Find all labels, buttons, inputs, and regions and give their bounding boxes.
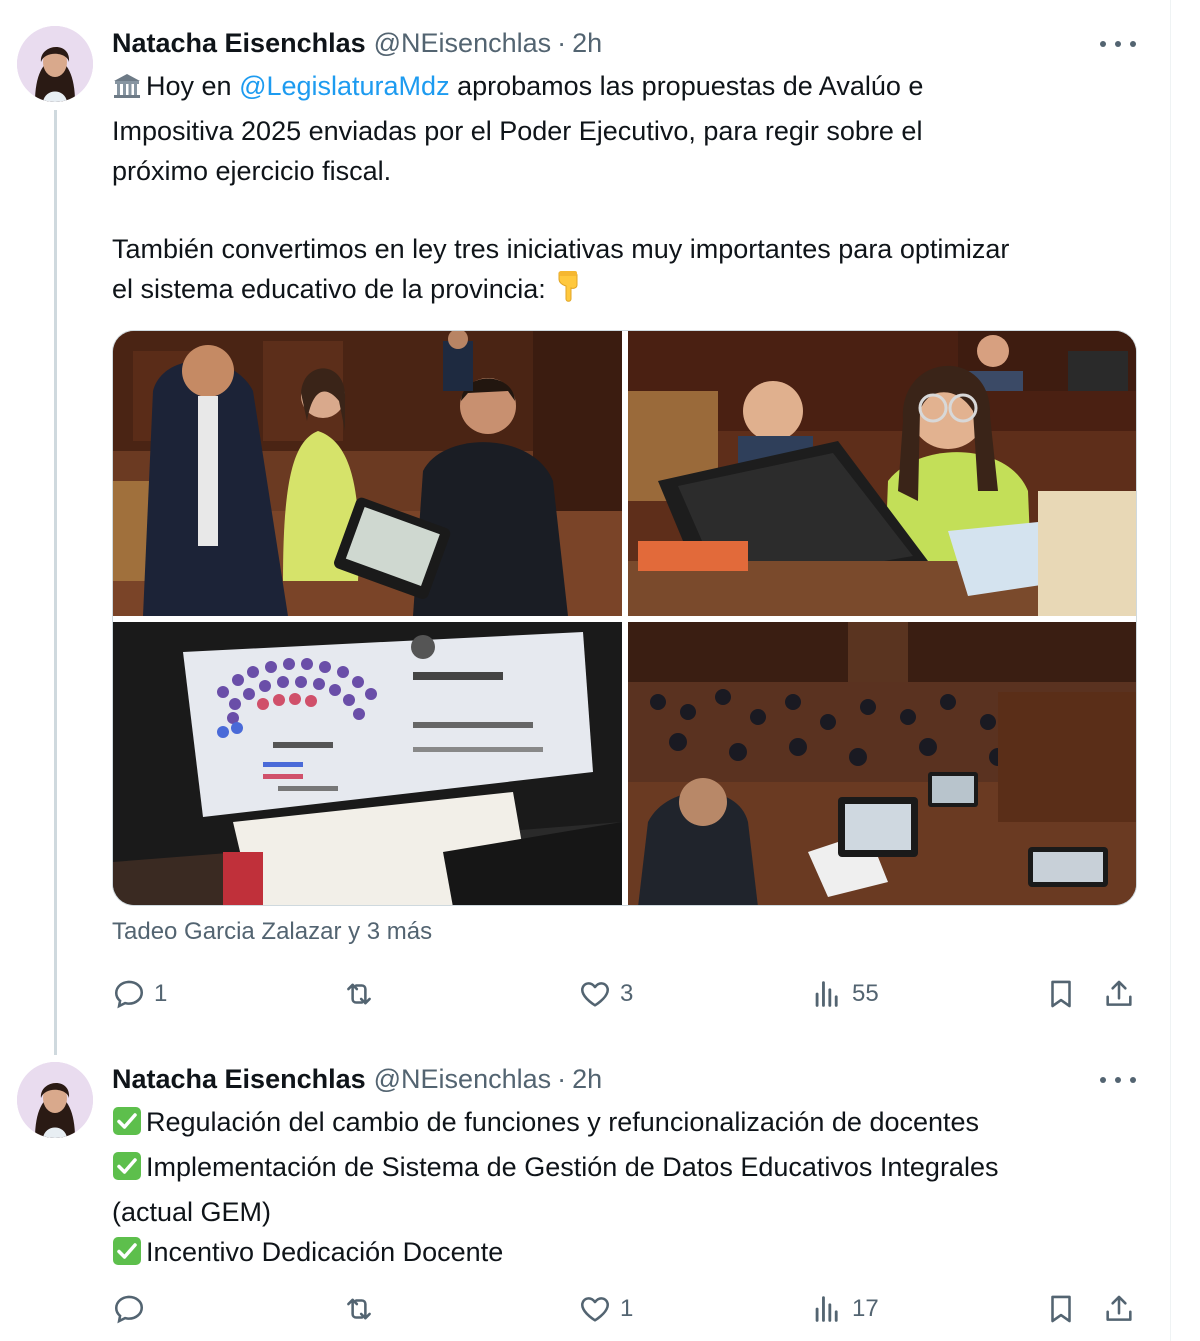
action-bar: 1 17 (112, 1289, 1142, 1329)
bookmark-button[interactable] (1044, 1289, 1078, 1329)
author-handle[interactable]: @NEisenchlas (374, 28, 551, 59)
timeline-border (1170, 0, 1171, 1341)
share-button[interactable] (1102, 974, 1136, 1014)
photo-4[interactable] (628, 622, 1136, 905)
list-item-continuation: (actual GEM) (112, 1197, 272, 1227)
bookmark-button[interactable] (1044, 974, 1078, 1014)
timestamp[interactable]: 2h (572, 1064, 602, 1095)
author-name[interactable]: Natacha Eisenchlas (112, 28, 366, 59)
text-segment: el sistema educativo de la provincia: (112, 274, 554, 304)
like-count: 3 (620, 980, 634, 1007)
pointing-down-emoji-icon (553, 269, 583, 314)
tagged-users[interactable]: Tadeo Garcia Zalazar y 3 más (112, 918, 432, 946)
photo-3[interactable] (113, 622, 622, 905)
like-button[interactable]: 3 (578, 974, 633, 1014)
views-button[interactable]: 55 (810, 974, 879, 1014)
photo-2[interactable] (628, 331, 1136, 616)
share-button[interactable] (1102, 1289, 1136, 1329)
reply-icon (114, 1295, 144, 1324)
tweet-header: Natacha Eisenchlas @NEisenchlas · 2h (112, 28, 602, 59)
share-icon (1106, 1295, 1132, 1321)
text-segment: Hoy en (146, 71, 240, 101)
tweet-text: Hoy en @LegislaturaMdz aprobamos las pro… (112, 66, 1152, 314)
text-line: próximo ejercicio fiscal. (112, 156, 392, 186)
like-button[interactable]: 1 (578, 1289, 633, 1329)
text-line: Impositiva 2025 enviadas por el Poder Ej… (112, 116, 923, 146)
reply-icon (114, 980, 144, 1009)
views-icon (815, 1296, 838, 1322)
separator: · (557, 1064, 567, 1094)
retweet-button[interactable] (342, 1289, 384, 1329)
check-emoji-icon (112, 1236, 142, 1277)
retweet-button[interactable] (342, 974, 384, 1014)
share-icon (1106, 980, 1132, 1006)
action-bar: 1 3 55 (112, 974, 1142, 1014)
timestamp[interactable]: 2h (572, 28, 602, 59)
views-count: 17 (852, 1295, 879, 1322)
list-item: Incentivo Dedicación Docente (146, 1237, 504, 1267)
author-handle[interactable]: @NEisenchlas (374, 1064, 551, 1095)
tweet[interactable]: Natacha Eisenchlas @NEisenchlas · 2h Hoy… (0, 0, 1170, 1055)
separator: · (557, 28, 567, 58)
photo-1[interactable] (113, 331, 622, 616)
like-icon (581, 1297, 609, 1322)
more-icon[interactable] (1100, 1070, 1136, 1090)
bookmark-icon (1051, 1295, 1071, 1323)
views-count: 55 (852, 980, 879, 1007)
text-line: También convertimos en ley tres iniciati… (112, 234, 1010, 264)
check-emoji-icon (112, 1106, 142, 1147)
list-item: Implementación de Sistema de Gestión de … (146, 1152, 999, 1182)
author-name[interactable]: Natacha Eisenchlas (112, 1064, 366, 1095)
bookmark-icon (1051, 980, 1071, 1008)
tweet[interactable]: Natacha Eisenchlas @NEisenchlas · 2h Reg… (0, 1040, 1170, 1341)
list-item: Regulación del cambio de funciones y ref… (146, 1107, 980, 1137)
like-icon (581, 982, 609, 1007)
thread-connector (54, 110, 57, 1055)
like-count: 1 (620, 1295, 634, 1322)
more-icon[interactable] (1100, 34, 1136, 54)
reply-button[interactable]: 1 (112, 974, 167, 1014)
mention-link[interactable]: @LegislaturaMdz (239, 71, 450, 101)
reply-count: 1 (154, 980, 168, 1007)
text-segment: aprobamos las propuestas de Avalúo e (449, 71, 924, 101)
retweet-icon (347, 983, 371, 1005)
tweet-header: Natacha Eisenchlas @NEisenchlas · 2h (112, 1064, 602, 1095)
retweet-icon (347, 1298, 371, 1320)
media-grid[interactable] (112, 330, 1137, 906)
views-icon (815, 981, 838, 1007)
avatar[interactable] (17, 26, 93, 102)
views-button[interactable]: 17 (810, 1289, 879, 1329)
tweet-text: Regulación del cambio de funciones y ref… (112, 1102, 1152, 1277)
avatar[interactable] (17, 1062, 93, 1138)
building-emoji-icon (112, 71, 142, 111)
check-emoji-icon (112, 1151, 142, 1192)
reply-button[interactable] (112, 1289, 154, 1329)
